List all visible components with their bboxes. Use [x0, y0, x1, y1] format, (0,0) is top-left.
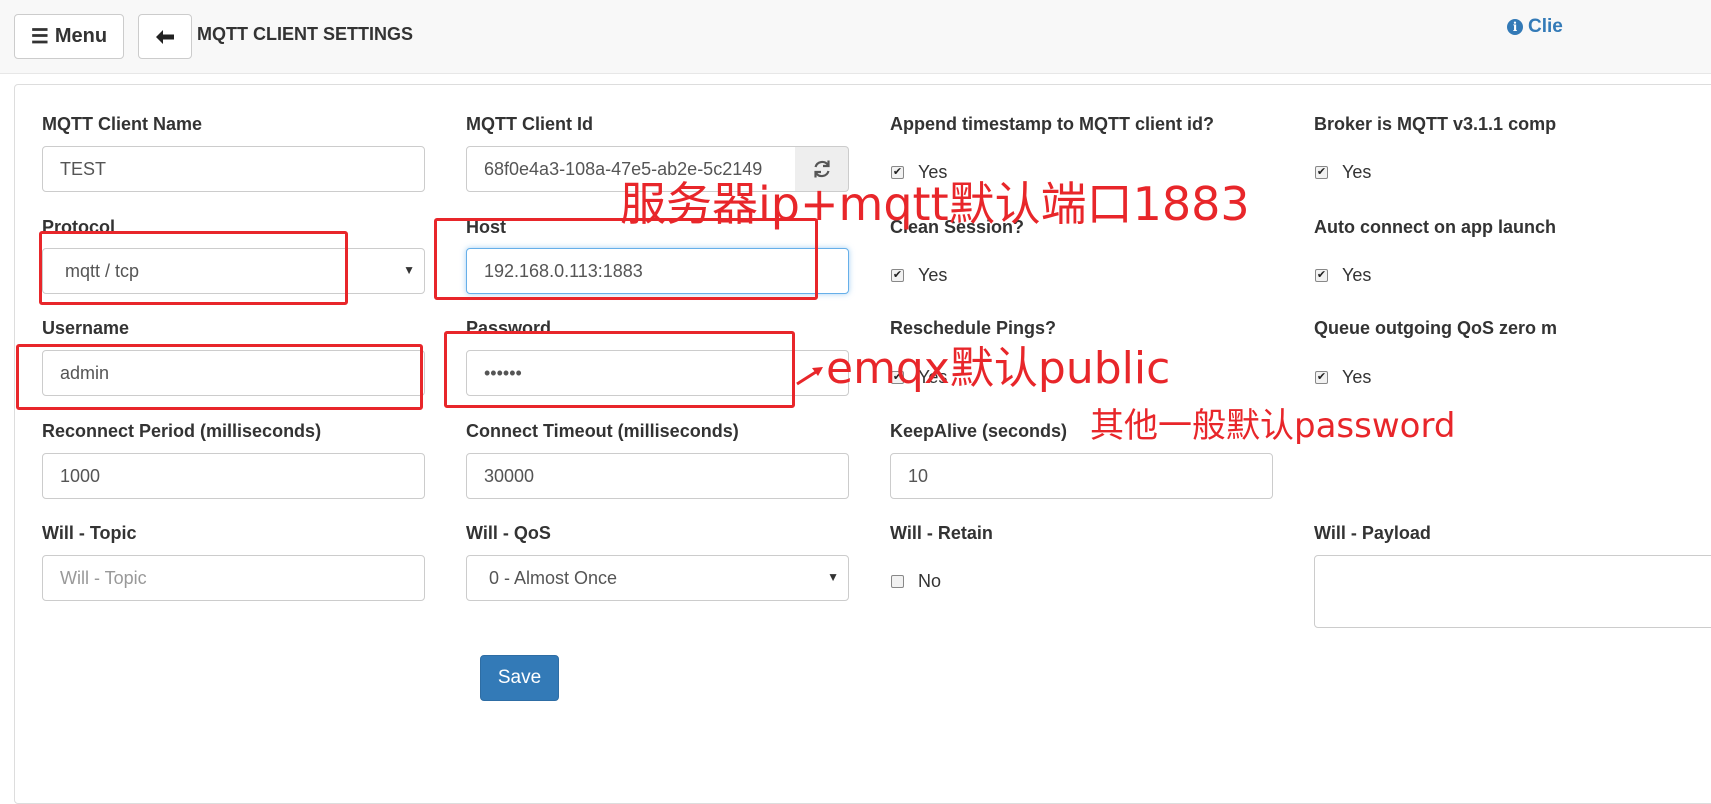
caret-down-icon: ▼ — [403, 263, 415, 277]
checkbox-checked-icon: ✔ — [1315, 166, 1328, 179]
save-button[interactable]: Save — [480, 655, 559, 701]
page-title: MQTT CLIENT SETTINGS — [197, 24, 413, 44]
broker-v311-checkbox[interactable]: ✔ Yes — [1315, 162, 1371, 183]
checkbox-unchecked-icon — [891, 575, 904, 588]
broker-v311-option: Yes — [1342, 162, 1372, 182]
checkbox-checked-icon: ✔ — [891, 269, 904, 282]
arrow-left-icon — [156, 29, 174, 44]
username-label: Username — [42, 318, 130, 338]
client-name-label: MQTT Client Name — [42, 114, 203, 134]
will-retain-option: No — [918, 571, 942, 591]
back-button[interactable] — [138, 14, 192, 59]
menu-button[interactable]: ☰ Menu — [14, 14, 124, 59]
will-payload-label: Will - Payload — [1314, 523, 1431, 543]
hamburger-icon: ☰ — [30, 26, 49, 48]
keepalive-label: KeepAlive (seconds) — [890, 421, 1068, 441]
protocol-highlight-box — [39, 231, 348, 305]
will-qos-select[interactable]: 0 - Almost Once ▼ — [466, 555, 849, 601]
connect-timeout-input[interactable]: 30000 — [466, 453, 849, 499]
will-qos-label: Will - QoS — [466, 523, 551, 543]
host-annotation: 服务器ip+mqtt默认端口1883 — [620, 177, 1250, 231]
menu-label: Menu — [54, 25, 108, 47]
auto-connect-label: Auto connect on app launch — [1314, 217, 1556, 237]
auto-connect-option: Yes — [1342, 265, 1372, 285]
connect-timeout-label: Connect Timeout (milliseconds) — [466, 421, 739, 441]
reconnect-period-input[interactable]: 1000 — [42, 453, 425, 499]
queue-outgoing-label: Queue outgoing QoS zero m — [1314, 318, 1557, 338]
append-timestamp-label: Append timestamp to MQTT client id? — [890, 114, 1214, 134]
queue-outgoing-checkbox[interactable]: ✔ Yes — [1315, 367, 1371, 388]
client-link[interactable]: i Clie — [1507, 16, 1563, 38]
will-retain-checkbox[interactable]: No — [891, 571, 941, 592]
clean-session-checkbox[interactable]: ✔ Yes — [891, 265, 947, 286]
will-payload-textarea[interactable] — [1314, 555, 1711, 628]
will-qos-value: 0 - Almost Once — [489, 567, 618, 588]
will-topic-input[interactable]: Will - Topic — [42, 555, 425, 601]
broker-v311-label: Broker is MQTT v3.1.1 comp — [1314, 114, 1557, 134]
client-link-label: Clie — [1528, 16, 1563, 37]
checkbox-checked-icon: ✔ — [1315, 371, 1328, 384]
username-highlight-box — [16, 344, 423, 410]
annotation-arrow-icon — [796, 367, 823, 386]
reconnect-period-label: Reconnect Period (milliseconds) — [42, 421, 322, 441]
password-annotation-secondary: 其他一般默认password — [1090, 406, 1456, 446]
info-icon: i — [1507, 19, 1523, 35]
auto-connect-checkbox[interactable]: ✔ Yes — [1315, 265, 1371, 286]
password-highlight-box — [444, 331, 795, 408]
caret-down-icon: ▼ — [827, 570, 839, 584]
will-retain-label: Will - Retain — [890, 523, 993, 543]
queue-outgoing-option: Yes — [1342, 367, 1372, 387]
password-annotation: emqx默认public — [826, 343, 1171, 394]
keepalive-input[interactable]: 10 — [890, 453, 1273, 499]
top-navbar: ☰ Menu MQTT CLIENT SETTINGS i Clie — [0, 0, 1711, 74]
will-topic-label: Will - Topic — [42, 523, 137, 543]
client-name-input[interactable]: TEST — [42, 146, 425, 192]
checkbox-checked-icon: ✔ — [1315, 269, 1328, 282]
client-id-label: MQTT Client Id — [466, 114, 593, 134]
clean-session-option: Yes — [918, 265, 948, 285]
